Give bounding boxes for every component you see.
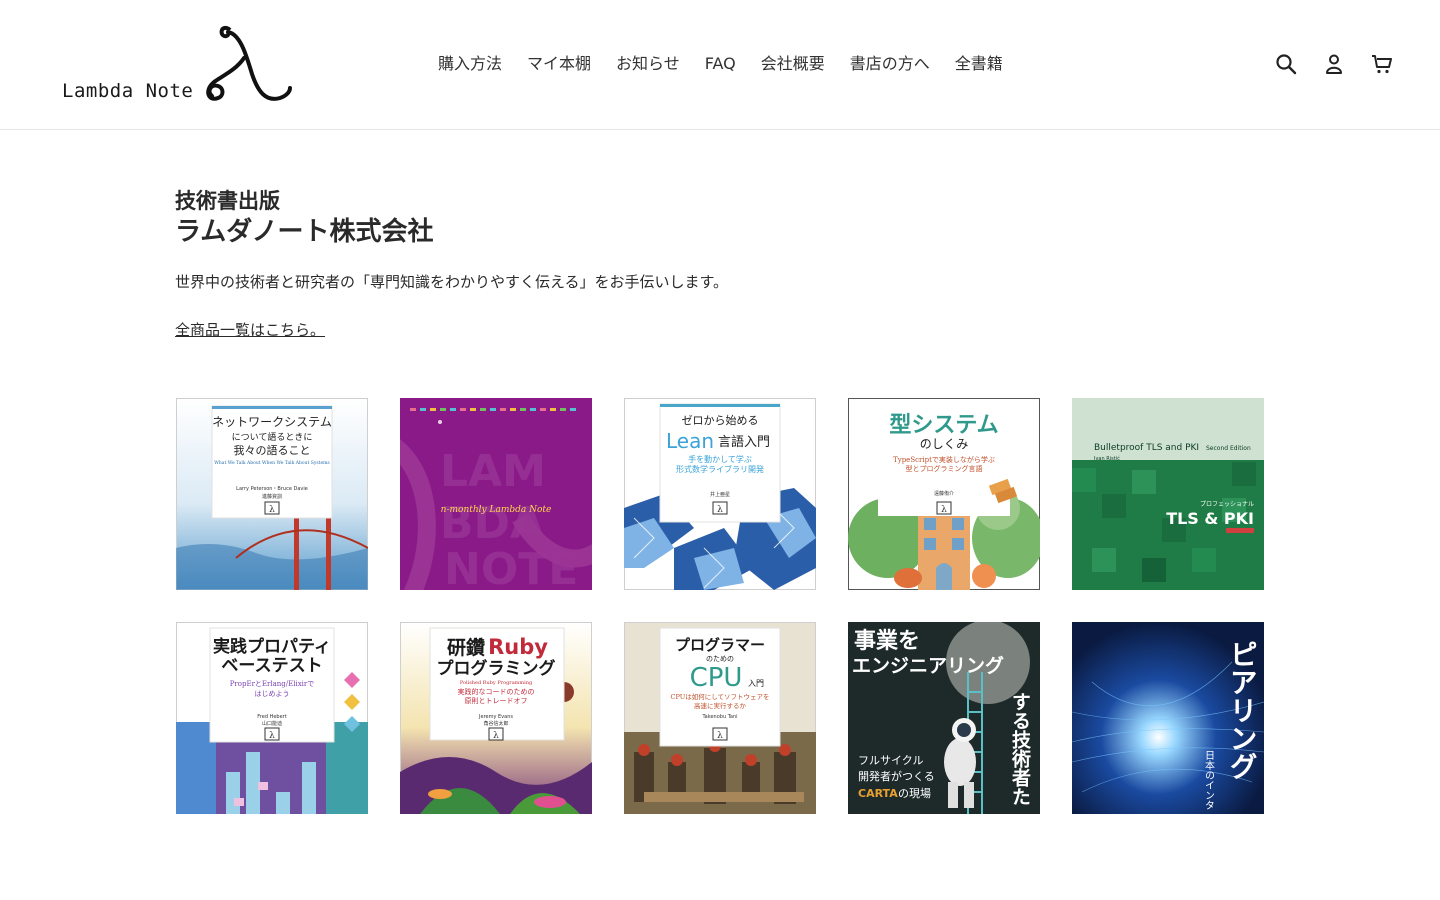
nav-faq[interactable]: FAQ	[705, 52, 736, 76]
logo-text: Lambda Note	[62, 80, 194, 102]
book-pre-title: ゼロから始める	[682, 413, 759, 427]
book-title: Lean	[666, 429, 714, 453]
book-title: TLS & PKI	[1166, 509, 1254, 528]
book-subtitle: PropErとErlang/Elixirで	[230, 680, 315, 688]
svg-text:λ: λ	[717, 505, 723, 515]
book-subtitle-line2: 形式数学ライブラリ開発	[676, 464, 764, 474]
book-title-line2: ベーステスト	[221, 656, 322, 676]
site-logo[interactable]: Lambda Note	[60, 24, 300, 108]
book-title-line2: プログラミング	[437, 658, 556, 679]
book-title-ja: 研鑽	[447, 636, 485, 659]
book-title-line2: について語るときに	[232, 431, 313, 443]
book-translator: 進藤資訓	[262, 493, 282, 500]
book-subtitle: TypeScriptで実装しながら学ぶ	[893, 455, 995, 464]
book-cover-peering[interactable]: ピアリング 日本のインタ	[1072, 622, 1264, 814]
book-subtitle-line2: はじめよう	[255, 690, 290, 698]
book-edition: Second Edition	[1206, 445, 1251, 452]
main-nav: 購入方法 マイ本棚 お知らせ FAQ 会社概要 書店の方へ 全書籍	[438, 52, 1003, 76]
nav-bookstores[interactable]: 書店の方へ	[850, 52, 930, 76]
book-subtitle: 実践的なコードのための	[458, 687, 535, 696]
header-icons	[1274, 52, 1394, 76]
book-author: 遠藤侑介	[934, 490, 954, 497]
book-caption: n-monthly Lambda Note	[441, 505, 552, 515]
lambda-logo-icon	[206, 25, 292, 101]
book-title-mid: のための	[706, 655, 734, 663]
book-subtitle-brand: CARTA	[858, 787, 898, 800]
svg-text:λ: λ	[269, 505, 275, 515]
account-icon[interactable]	[1322, 52, 1346, 76]
book-subtitle-line3: の現場	[898, 787, 931, 800]
hero-section: 技術書出版 ラムダノート株式会社 世界中の技術者と研究者の「専門知識をわかりやす…	[175, 188, 1075, 341]
book-cover-type-system[interactable]: 型システム のしくみ TypeScriptで実装しながら学ぶ 型とプログラミング…	[848, 398, 1040, 590]
book-title-en: Ruby	[488, 635, 548, 659]
book-author: Takenobu Tani	[701, 714, 737, 720]
nav-all-books[interactable]: 全書籍	[955, 52, 1003, 76]
book-title-suffix: 言語入門	[718, 434, 770, 450]
book-subtitle: 日本のインタ	[1203, 750, 1215, 810]
book-subtitle-line2: 型とプログラミング言語	[906, 464, 983, 473]
book-en-title: Bulletproof TLS and PKI	[1094, 443, 1199, 453]
book-cover-ruby[interactable]: 研鑽 Ruby プログラミング Polished Ruby Programmin…	[400, 622, 592, 814]
nav-purchase[interactable]: 購入方法	[438, 52, 502, 76]
book-title: 型システム	[889, 413, 998, 438]
cart-icon[interactable]	[1370, 52, 1394, 76]
svg-text:λ: λ	[717, 731, 723, 741]
book-cover-tls-pki[interactable]: Bulletproof TLS and PKI Second Edition I…	[1072, 398, 1264, 590]
book-cover-carta[interactable]: 事業を エンジニアリング する技術者た フルサイクル 開発者がつくる CARTA…	[848, 622, 1040, 814]
book-cover-cpu[interactable]: プログラマー のための CPU 入門 CPUは如何にしてソフトウェアを 高速に実…	[624, 622, 816, 814]
book-cover-network-systems[interactable]: ネットワークシステム について語るときに 我々の語ること What We Tal…	[176, 398, 368, 590]
svg-text:λ: λ	[941, 505, 947, 515]
book-title: 実践プロパティ	[213, 636, 331, 657]
book-author: Fred Hebert	[257, 714, 286, 720]
book-title: プログラマー	[675, 636, 765, 654]
hero-subtitle: 技術書出版	[175, 189, 280, 213]
book-cover-lean[interactable]: ゼロから始める Lean 言語入門 手を動かして学ぶ 形式数学ライブラリ開発 井…	[624, 398, 816, 590]
book-title-line2: エンジニアリング	[852, 654, 1004, 677]
svg-text:λ: λ	[269, 731, 275, 741]
book-subtitle: フルサイクル	[858, 754, 923, 767]
nav-my-bookshelf[interactable]: マイ本棚	[527, 52, 591, 76]
book-title-line3: する技術者た	[1009, 692, 1032, 806]
book-en-title: What We Talk About When We Talk About Sy…	[214, 460, 330, 466]
book-grid: ネットワークシステム について語るときに 我々の語ること What We Tal…	[176, 398, 1266, 814]
book-subtitle-line2: 開発者がつくる	[858, 769, 935, 783]
svg-text:λ: λ	[493, 731, 499, 741]
hero-title: ラムダノート株式会社	[175, 217, 434, 247]
book-subtitle-en: Polished Ruby Programming	[460, 680, 533, 686]
book-subtitle-line2: 高速に実行するか	[694, 701, 747, 710]
book-title: ピアリング	[1226, 640, 1259, 780]
book-subtitle-line2: 原則とトレードオフ	[465, 696, 528, 705]
nav-news[interactable]: お知らせ	[616, 52, 680, 76]
book-title-line2: のしくみ	[920, 437, 968, 451]
book-title: ネットワークシステム	[212, 415, 332, 429]
book-translator: 角谷信太郎	[483, 720, 508, 727]
book-title-line3: 我々の語ること	[234, 443, 311, 457]
book-authors: Larry Peterson・Bruce Davie	[236, 486, 308, 492]
book-pro-label: プロフェッショナル	[1200, 501, 1254, 508]
svg-text:LAM: LAM	[440, 446, 546, 497]
book-author: Ivan Ristić	[1094, 455, 1120, 462]
book-title-cpu: CPU	[690, 663, 743, 693]
book-title: 事業を	[854, 628, 920, 654]
nav-company[interactable]: 会社概要	[761, 52, 825, 76]
book-author: 井上亜星	[710, 491, 730, 498]
book-subtitle: 手を動かして学ぶ	[688, 454, 752, 464]
book-cover-property-test[interactable]: 実践プロパティ ベーステスト PropErとErlang/Elixirで はじめ…	[176, 622, 368, 814]
hero-description: 世界中の技術者と研究者の「専門知識をわかりやすく伝える」をお手伝いします。	[175, 273, 729, 291]
site-header: Lambda Note 購入方法 マイ本棚 お知らせ FAQ 会社概要 書店の方…	[0, 0, 1440, 130]
search-icon[interactable]	[1274, 52, 1298, 76]
all-products-link[interactable]: 全商品一覧はこちら。	[175, 319, 325, 341]
svg-text:NOTE: NOTE	[444, 544, 578, 590]
book-title-suffix: 入門	[748, 679, 764, 688]
book-author: Jeremy Evans	[478, 714, 513, 720]
book-translator: 山口能迪	[262, 720, 282, 727]
book-subtitle: CPUは如何にしてソフトウェアを	[670, 692, 769, 701]
book-cover-n-monthly[interactable]: LAM BDA NOTE n-monthly Lambda Note	[400, 398, 592, 590]
